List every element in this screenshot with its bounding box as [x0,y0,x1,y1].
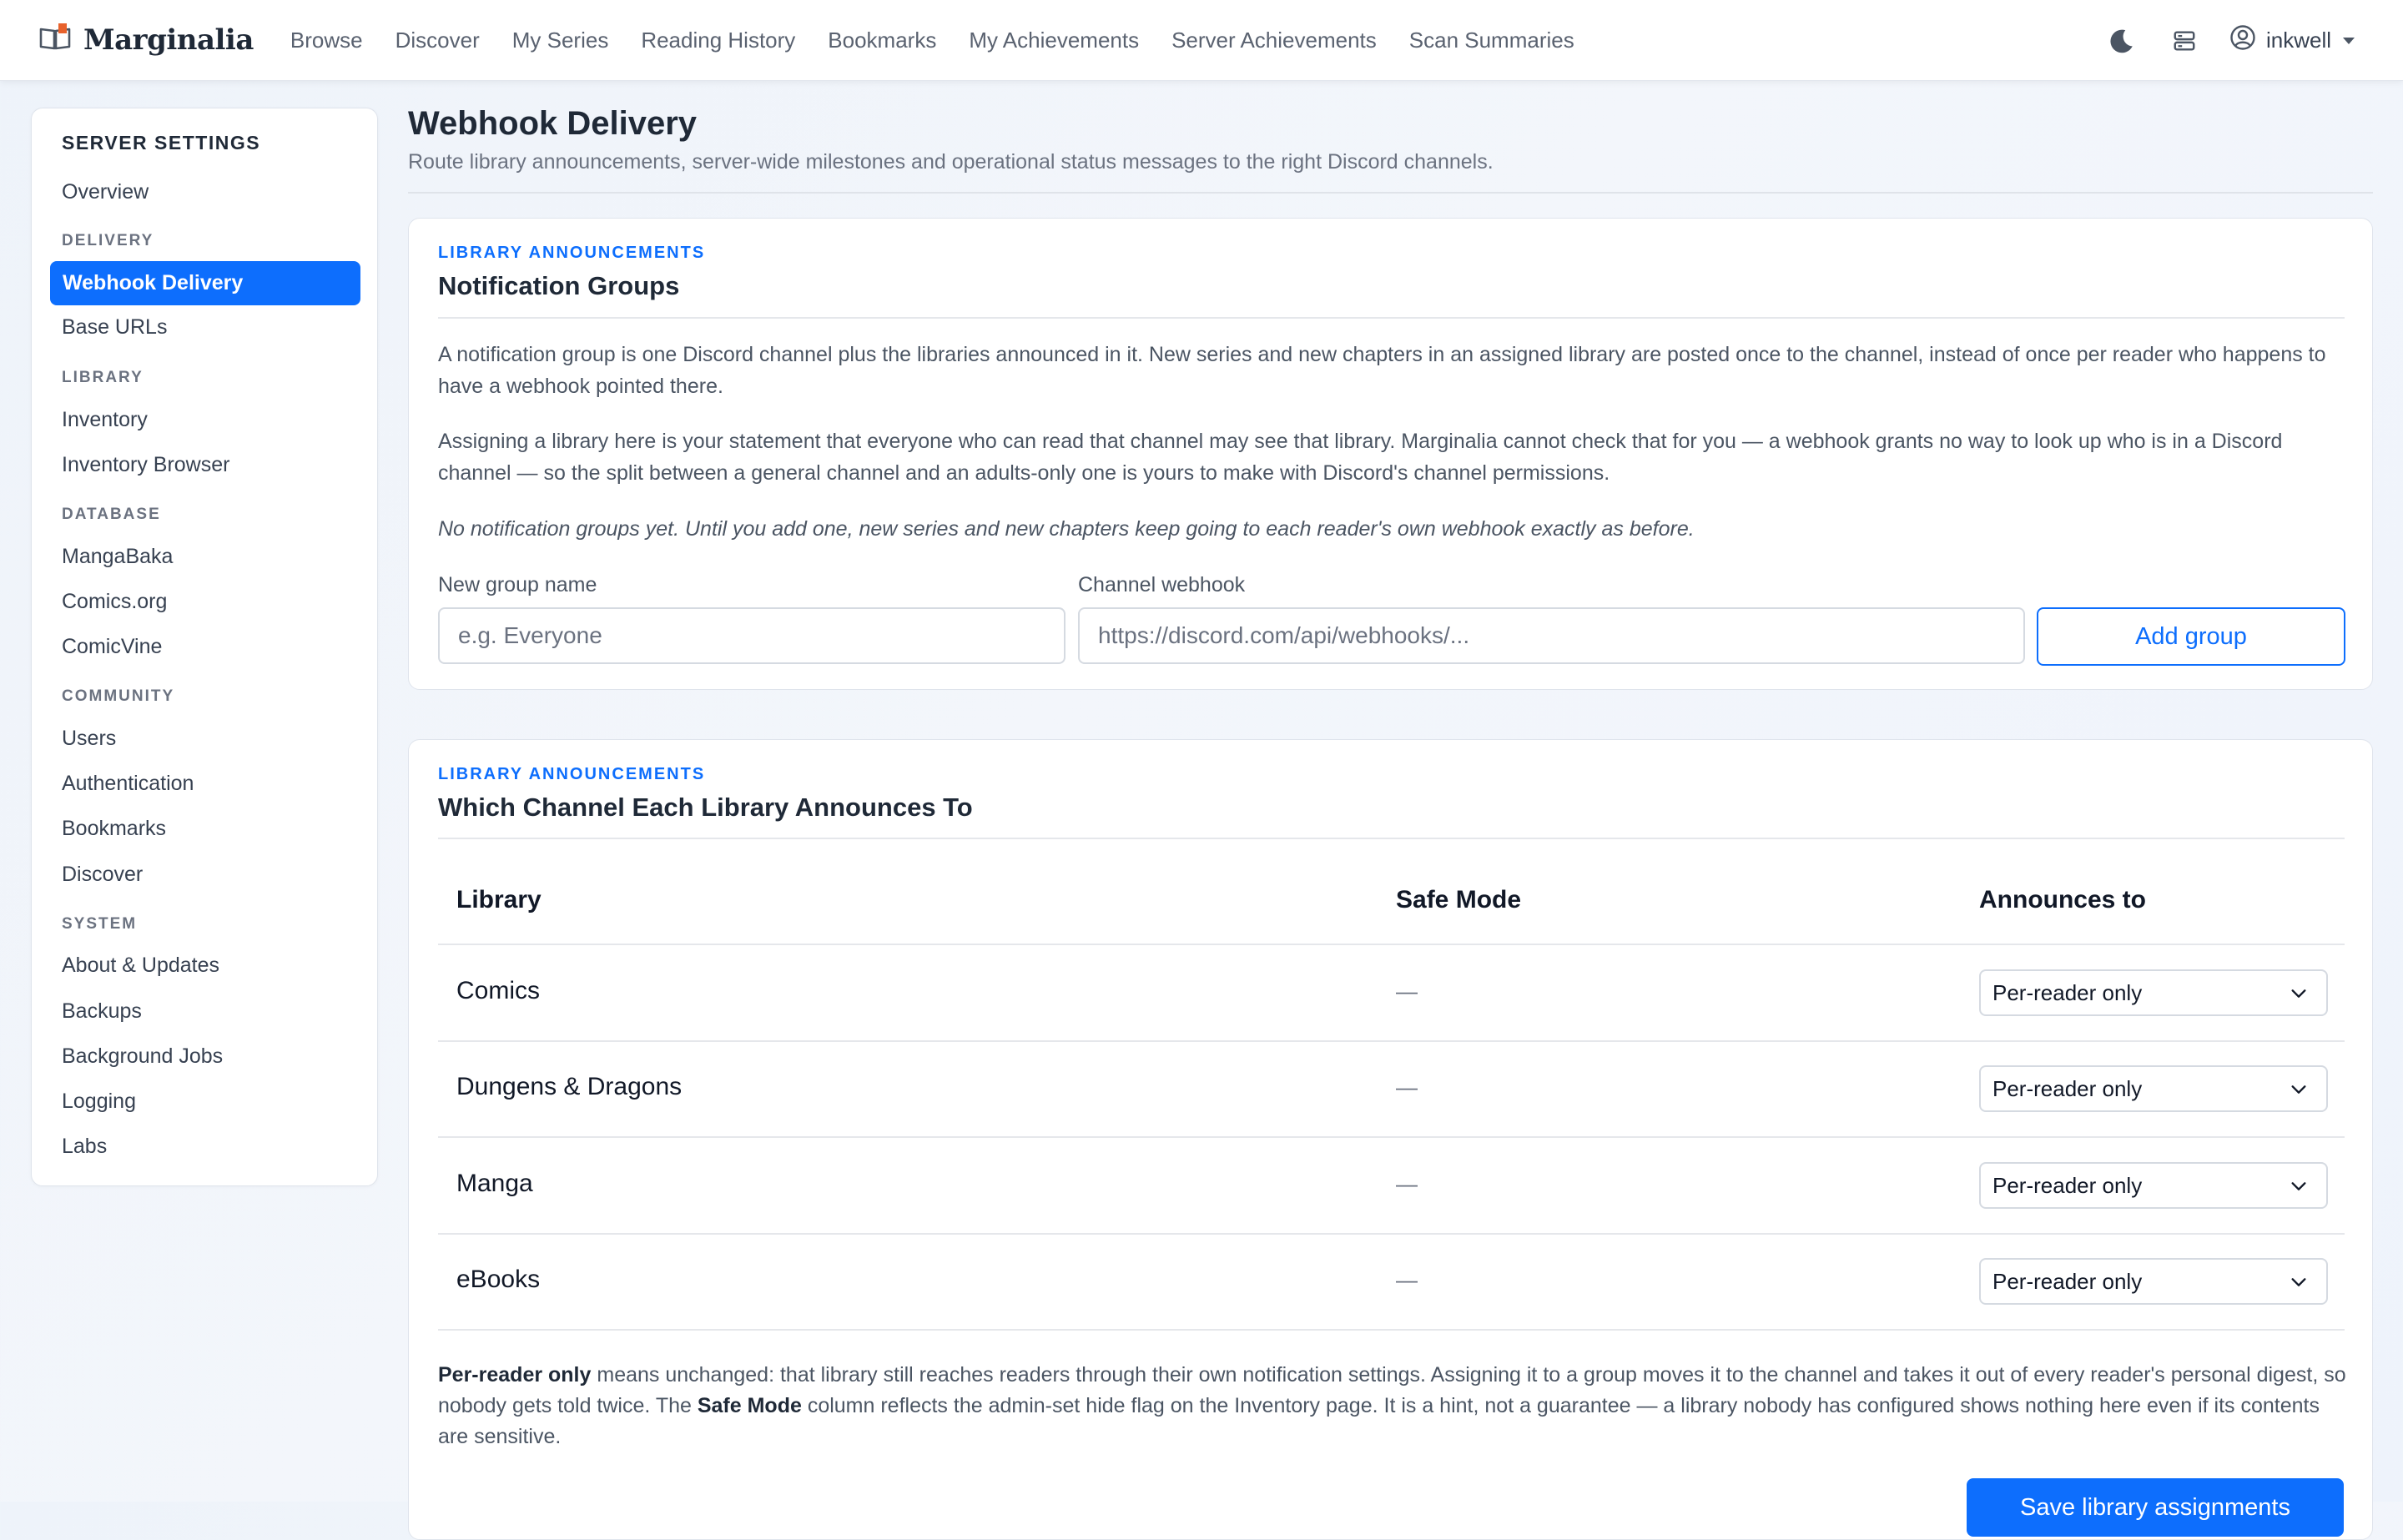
select-value: Per-reader only [1992,1172,2143,1198]
sidebar-item-label: Webhook Delivery [63,271,244,294]
row-divider [438,1040,2345,1042]
user-menu[interactable]: inkwell [2229,24,2355,57]
page-title: Webhook Delivery [408,105,698,142]
footnote-term-per-reader: Per-reader only [438,1363,592,1387]
card-title: Notification Groups [438,271,680,300]
select-value: Per-reader only [1992,1268,2143,1294]
main-nav: Browse Discover My Series Reading Histor… [290,28,1607,53]
column-header-safe-mode: Safe Mode [1396,886,1522,913]
column-header-announces-to: Announces to [1979,886,2146,913]
sidebar-item-inventory[interactable]: Inventory [62,408,148,432]
groups-permission-paragraph: Assigning a library here is your stateme… [438,430,2283,485]
table-row-library: eBooks [456,1266,541,1293]
groups-empty-note: No notification groups yet. Until you ad… [438,517,1695,541]
moon-icon[interactable] [2105,24,2139,58]
sidebar-section-system: SYSTEM [62,915,138,933]
user-name: inkwell [2265,28,2331,53]
nav-my-series[interactable]: My Series [512,28,609,53]
sidebar-item-backups[interactable]: Backups [62,999,142,1024]
table-row-library: Manga [456,1170,533,1197]
select-value: Per-reader only [1992,1075,2143,1101]
nav-right: inkwell [2105,0,2403,81]
footnote-term-safe-mode: Safe Mode [697,1394,802,1417]
sidebar-item-labs[interactable]: Labs [62,1135,107,1159]
sidebar-item-webhook-delivery[interactable]: Webhook Delivery [50,261,360,305]
announces-to-select[interactable]: Per-reader only [1979,1258,2328,1305]
groups-intro-paragraph: A notification group is one Discord chan… [438,343,2326,398]
table-row-safe-mode: — [1396,1171,1418,1196]
card-divider [438,317,2345,319]
nav-my-achievements[interactable]: My Achievements [969,28,1139,53]
sidebar-item-inventory-browser[interactable]: Inventory Browser [62,453,229,477]
chevron-down-icon [2291,989,2306,998]
header-divider [408,192,2373,194]
card-divider [438,838,2345,839]
card-title: Which Channel Each Library Announces To [438,793,973,822]
group-name-input[interactable] [438,607,1065,664]
sidebar-item-base-urls[interactable]: Base URLs [62,315,167,340]
nav-discover[interactable]: Discover [395,28,480,53]
user-circle-icon [2229,24,2256,57]
assignment-footnote: Per-reader only means unchanged: that li… [438,1360,2349,1452]
save-assignments-button[interactable]: Save library assignments [1967,1478,2344,1537]
channel-webhook-input[interactable] [1078,607,2025,664]
sidebar-item-about-updates[interactable]: About & Updates [62,954,219,978]
chevron-down-icon [2291,1085,2306,1094]
nav-scan-summaries[interactable]: Scan Summaries [1409,28,1574,53]
sidebar-item-overview[interactable]: Overview [62,180,149,204]
sidebar-item-authentication[interactable]: Authentication [62,772,194,796]
table-header-divider [438,944,2345,945]
chevron-down-icon [2291,1182,2306,1190]
settings-sidebar: SERVER SETTINGS Overview DELIVERY Webhoo… [31,108,378,1186]
table-row-safe-mode: — [1396,1074,1418,1100]
announces-to-select[interactable]: Per-reader only [1979,1162,2328,1209]
select-value: Per-reader only [1992,979,2143,1005]
sidebar-section-library: LIBRARY [62,369,144,386]
book-logo-icon [38,21,72,60]
table-row-safe-mode: — [1396,1267,1418,1292]
sidebar-item-bookmarks[interactable]: Bookmarks [62,817,166,841]
brand[interactable]: Marginalia [38,0,254,81]
column-header-library: Library [456,886,542,913]
sidebar-item-users[interactable]: Users [62,727,116,751]
card-eyebrow: LIBRARY ANNOUNCEMENTS [438,244,706,262]
page-subtitle: Route library announcements, server-wide… [408,150,1494,174]
sidebar-item-logging[interactable]: Logging [62,1090,136,1114]
add-group-button[interactable]: Add group [2037,607,2345,666]
table-row-library: Dungens & Dragons [456,1073,683,1100]
sidebar-title: SERVER SETTINGS [62,132,261,153]
group-name-label: New group name [438,573,597,596]
notification-groups-card: LIBRARY ANNOUNCEMENTS Notification Group… [408,218,2373,690]
channel-webhook-label: Channel webhook [1078,573,1246,596]
nav-server-achievements[interactable]: Server Achievements [1171,28,1377,53]
row-divider [438,1329,2345,1331]
sidebar-section-community: COMMUNITY [62,687,175,705]
nav-reading-history[interactable]: Reading History [641,28,795,53]
chevron-down-icon [2291,1278,2306,1286]
sidebar-section-database: DATABASE [62,506,161,523]
sidebar-item-comics-org[interactable]: Comics.org [62,590,167,614]
sidebar-item-background-jobs[interactable]: Background Jobs [62,1044,223,1069]
row-divider [438,1136,2345,1138]
sidebar-item-comicvine[interactable]: ComicVine [62,635,162,659]
caret-down-icon [2343,37,2355,44]
library-channels-card: LIBRARY ANNOUNCEMENTS Which Channel Each… [408,739,2373,1540]
server-icon[interactable] [2168,24,2201,58]
announces-to-select[interactable]: Per-reader only [1979,1065,2328,1112]
nav-bookmarks[interactable]: Bookmarks [828,28,936,53]
row-divider [438,1233,2345,1235]
table-row-library: Comics [456,977,541,1004]
nav-browse[interactable]: Browse [290,28,363,53]
sidebar-item-discover[interactable]: Discover [62,863,143,887]
announces-to-select[interactable]: Per-reader only [1979,969,2328,1016]
sidebar-section-delivery: DELIVERY [62,232,154,249]
table-row-safe-mode: — [1396,979,1418,1004]
brand-name: Marginalia [83,23,254,57]
card-eyebrow: LIBRARY ANNOUNCEMENTS [438,765,706,783]
top-navbar: Marginalia Browse Discover My Series Rea… [0,0,2403,81]
sidebar-item-mangabaka[interactable]: MangaBaka [62,545,173,569]
